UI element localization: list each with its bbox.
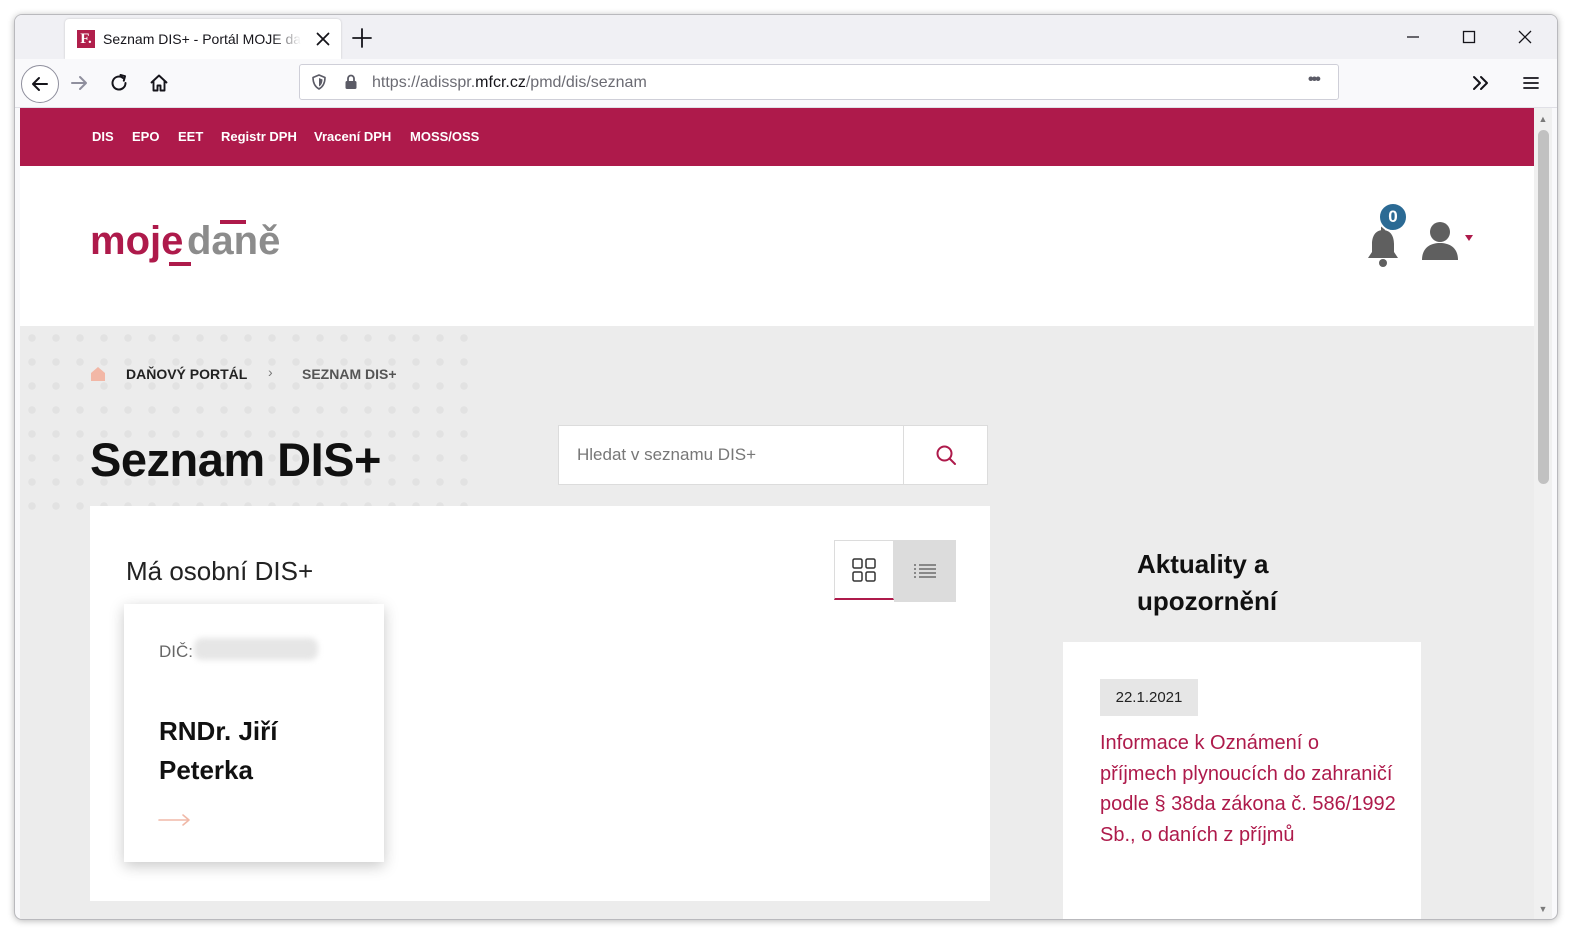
topnav-item-dis[interactable]: DIS	[92, 129, 114, 144]
main-content: Daňový portál › Seznam DIS+ Seznam DIS+ …	[20, 326, 1534, 919]
dropdown-caret-icon	[1465, 235, 1473, 241]
topnav-item-registr-dph[interactable]: Registr DPH	[221, 129, 297, 144]
overflow-chevrons-icon[interactable]	[1465, 67, 1497, 99]
news-link[interactable]: Informace k Oznámení o příjmech plynoucí…	[1100, 728, 1400, 850]
close-tab-icon[interactable]	[311, 27, 335, 51]
breadcrumb-item-current: Seznam DIS+	[302, 366, 397, 382]
news-section-title: Aktuality a upozornění	[1137, 549, 1278, 616]
notifications-count-badge: 0	[1378, 202, 1408, 232]
page-viewport: DIS EPO EET Registr DPH Vracení DPH MOSS…	[20, 108, 1534, 919]
mojedane-logo[interactable]: moje daně	[90, 216, 304, 276]
url-host: mfcr.cz	[475, 74, 526, 91]
card-arrow-right-icon[interactable]	[158, 812, 192, 828]
search-box	[558, 425, 988, 485]
minimize-icon[interactable]	[1401, 25, 1425, 49]
topnav-item-eet[interactable]: EET	[178, 129, 203, 144]
card-person-name: RNDr. Jiří Peterka	[159, 716, 278, 785]
dis-list-panel: Má osobní DIS+ DIČ: RNDr. Jiří Peterka	[90, 506, 990, 901]
new-tab-plus-icon[interactable]	[349, 25, 375, 51]
url-bar[interactable]: https://adisspr.mfcr.cz/pmd/dis/seznam •…	[299, 64, 1339, 100]
url-prefix: https://adisspr.	[372, 74, 476, 91]
dic-value-redacted	[194, 638, 318, 660]
topnav-item-epo[interactable]: EPO	[132, 129, 159, 144]
back-arrow-icon[interactable]	[21, 65, 59, 103]
reload-icon[interactable]	[103, 67, 135, 99]
list-view-icon	[914, 564, 936, 578]
forward-arrow-icon[interactable]	[63, 67, 95, 99]
page-actions-icon[interactable]: •••	[1308, 71, 1321, 89]
view-toggle	[834, 540, 956, 602]
tab-strip: F. Seznam DIS+ - Portál MOJE daně	[15, 15, 1557, 59]
breadcrumb-item-portal[interactable]: Daňový portál	[126, 366, 247, 382]
user-avatar-icon	[1430, 222, 1450, 242]
tracking-shield-icon[interactable]	[310, 73, 328, 91]
grid-view-icon	[852, 557, 876, 582]
news-item: 22.1.2021 Informace k Oznámení o příjmec…	[1063, 642, 1421, 919]
page-title: Seznam DIS+	[90, 433, 381, 486]
site-favicon-icon: F.	[77, 30, 95, 48]
site-header: moje daně 0	[20, 166, 1534, 326]
top-navigation: DIS EPO EET Registr DPH Vracení DPH MOSS…	[20, 108, 1534, 166]
news-date-badge: 22.1.2021	[1100, 679, 1198, 716]
maximize-icon[interactable]	[1457, 25, 1481, 49]
scroll-up-arrow-icon[interactable]: ▲	[1537, 114, 1549, 124]
list-view-button[interactable]	[894, 540, 956, 602]
breadcrumb-separator: ›	[268, 364, 273, 380]
panel-title: Má osobní DIS+	[126, 556, 314, 586]
url-path: /pmd/dis/seznam	[525, 74, 647, 91]
close-window-icon[interactable]	[1513, 25, 1537, 49]
browser-tab[interactable]: F. Seznam DIS+ - Portál MOJE daně	[65, 19, 341, 59]
search-icon	[936, 445, 956, 465]
search-button[interactable]	[903, 426, 988, 484]
decorative-dot-pattern	[20, 326, 480, 526]
search-input[interactable]	[559, 426, 903, 484]
dic-label: DIČ:	[159, 642, 193, 661]
scroll-down-arrow-icon[interactable]: ▼	[1537, 904, 1549, 914]
home-icon[interactable]	[143, 67, 175, 99]
logo-text-dane: daně	[187, 219, 280, 263]
topnav-item-moss-oss[interactable]: MOSS/OSS	[410, 129, 479, 144]
scrollbar-thumb[interactable]	[1538, 130, 1549, 484]
url-text: https://adisspr.mfcr.cz/pmd/dis/seznam	[372, 74, 647, 92]
logo-text-moje: moje	[90, 219, 183, 263]
navigation-toolbar: https://adisspr.mfcr.cz/pmd/dis/seznam •…	[15, 59, 1557, 108]
lock-icon[interactable]	[342, 73, 360, 91]
grid-view-button[interactable]	[834, 540, 894, 600]
vertical-scrollbar[interactable]: ▲ ▼	[1534, 108, 1552, 919]
tab-title: Seznam DIS+ - Portál MOJE daně	[103, 31, 301, 47]
hamburger-menu-icon[interactable]	[1515, 67, 1547, 99]
dis-card[interactable]: DIČ: RNDr. Jiří Peterka	[124, 604, 384, 862]
topnav-item-vraceni-dph[interactable]: Vracení DPH	[314, 129, 391, 144]
browser-window: F. Seznam DIS+ - Portál MOJE daně https:…	[14, 14, 1558, 920]
breadcrumb-home-icon[interactable]	[90, 366, 106, 382]
user-account-menu[interactable]	[1422, 220, 1482, 266]
notifications-bell-icon[interactable]: 0	[1364, 202, 1408, 270]
